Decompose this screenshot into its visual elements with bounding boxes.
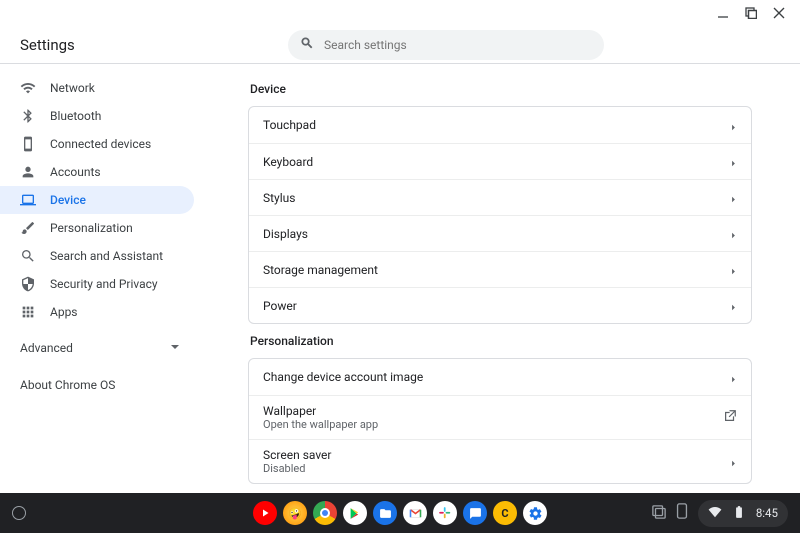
app-messages-icon[interactable] — [463, 501, 487, 525]
app-settings-icon[interactable] — [523, 501, 547, 525]
row-change-account-image[interactable]: Change device account image — [249, 359, 751, 395]
external-link-icon — [723, 408, 737, 427]
shelf-overview-icon[interactable] — [652, 504, 666, 523]
sidebar-item-connected-devices[interactable]: Connected devices — [0, 130, 194, 158]
section-header-personalization: Personalization — [250, 334, 752, 348]
wifi-status-icon — [708, 504, 722, 523]
chevron-right-icon — [730, 224, 737, 243]
row-label: Power — [263, 299, 730, 313]
page-title: Settings — [0, 36, 200, 54]
app-gmail-icon[interactable] — [403, 501, 427, 525]
sidebar-item-device[interactable]: Device — [0, 186, 194, 214]
sidebar-item-search-assistant[interactable]: Search and Assistant — [0, 242, 194, 270]
row-keyboard[interactable]: Keyboard — [249, 143, 751, 179]
app-slack-icon[interactable] — [433, 501, 457, 525]
shelf-phone-icon[interactable] — [676, 503, 688, 523]
chevron-right-icon — [730, 116, 737, 135]
maximize-icon[interactable] — [744, 6, 758, 20]
sidebar-item-personalization[interactable]: Personalization — [0, 214, 194, 242]
brush-icon — [20, 220, 36, 236]
row-label: Stylus — [263, 191, 730, 205]
sidebar-item-label: Accounts — [50, 165, 101, 179]
search-icon — [300, 35, 314, 54]
sidebar-item-apps[interactable]: Apps — [0, 298, 194, 326]
search-icon — [20, 248, 36, 264]
search-input[interactable] — [324, 38, 592, 52]
sidebar-item-network[interactable]: Network — [0, 74, 194, 102]
chevron-right-icon — [730, 296, 737, 315]
sidebar-item-security[interactable]: Security and Privacy — [0, 270, 194, 298]
window-controls — [0, 0, 800, 26]
row-power[interactable]: Power — [249, 287, 751, 323]
chevron-down-icon — [170, 341, 180, 355]
advanced-label: Advanced — [20, 341, 73, 355]
sidebar-item-label: Personalization — [50, 221, 133, 235]
row-wallpaper[interactable]: WallpaperOpen the wallpaper app — [249, 395, 751, 439]
app-chrome-icon[interactable] — [313, 501, 337, 525]
phone-icon — [20, 136, 36, 152]
section-header-device: Device — [250, 82, 752, 96]
row-label: Wallpaper — [263, 404, 723, 418]
sidebar-item-about[interactable]: About Chrome OS — [0, 378, 200, 392]
laptop-icon — [20, 192, 36, 208]
sidebar-item-label: Apps — [50, 305, 78, 319]
battery-status-icon — [732, 504, 746, 523]
chevron-right-icon — [730, 188, 737, 207]
chevron-right-icon — [730, 452, 737, 471]
bluetooth-icon — [20, 108, 36, 124]
sidebar-item-label: Security and Privacy — [50, 277, 158, 291]
shelf-apps: 🤪 C — [253, 501, 547, 525]
shelf: 🤪 C 8:45 — [0, 493, 800, 533]
launcher-button[interactable] — [12, 506, 26, 520]
sidebar-item-advanced[interactable]: Advanced — [0, 332, 200, 364]
main-content: Device Touchpad Keyboard Stylus Displays… — [200, 64, 800, 493]
close-icon[interactable] — [772, 6, 786, 20]
sidebar-item-label: Network — [50, 81, 95, 95]
row-displays[interactable]: Displays — [249, 215, 751, 251]
row-touchpad[interactable]: Touchpad — [249, 107, 751, 143]
shield-icon — [20, 276, 36, 292]
sidebar: Network Bluetooth Connected devices Acco… — [0, 64, 200, 493]
row-label: Touchpad — [263, 118, 730, 132]
row-sublabel: Disabled — [263, 462, 730, 475]
row-sublabel: Open the wallpaper app — [263, 418, 723, 431]
app-play-store-icon[interactable] — [343, 501, 367, 525]
sidebar-item-accounts[interactable]: Accounts — [0, 158, 194, 186]
row-screen-saver[interactable]: Screen saverDisabled — [249, 439, 751, 483]
topbar: Settings — [0, 26, 800, 64]
chevron-right-icon — [730, 260, 737, 279]
clock: 8:45 — [756, 506, 778, 520]
apps-icon — [20, 304, 36, 320]
sidebar-item-label: Bluetooth — [50, 109, 101, 123]
app-youtube-icon[interactable] — [253, 501, 277, 525]
minimize-icon[interactable] — [716, 6, 730, 20]
chevron-right-icon — [730, 368, 737, 387]
app-emoji-icon[interactable]: 🤪 — [283, 501, 307, 525]
app-c-icon[interactable]: C — [493, 501, 517, 525]
status-tray[interactable]: 8:45 — [698, 500, 788, 527]
personalization-card: Change device account image WallpaperOpe… — [248, 358, 752, 484]
search-box[interactable] — [288, 30, 604, 60]
app-files-icon[interactable] — [373, 501, 397, 525]
wifi-icon — [20, 80, 36, 96]
sidebar-item-label: Search and Assistant — [50, 249, 163, 263]
chevron-right-icon — [730, 152, 737, 171]
sidebar-item-bluetooth[interactable]: Bluetooth — [0, 102, 194, 130]
row-label: Keyboard — [263, 155, 730, 169]
device-card: Touchpad Keyboard Stylus Displays Storag… — [248, 106, 752, 324]
row-storage[interactable]: Storage management — [249, 251, 751, 287]
sidebar-item-label: Device — [50, 193, 86, 207]
person-icon — [20, 164, 36, 180]
row-label: Displays — [263, 227, 730, 241]
row-label: Change device account image — [263, 370, 730, 384]
row-label: Screen saver — [263, 448, 730, 462]
row-label: Storage management — [263, 263, 730, 277]
sidebar-item-label: Connected devices — [50, 137, 151, 151]
row-stylus[interactable]: Stylus — [249, 179, 751, 215]
